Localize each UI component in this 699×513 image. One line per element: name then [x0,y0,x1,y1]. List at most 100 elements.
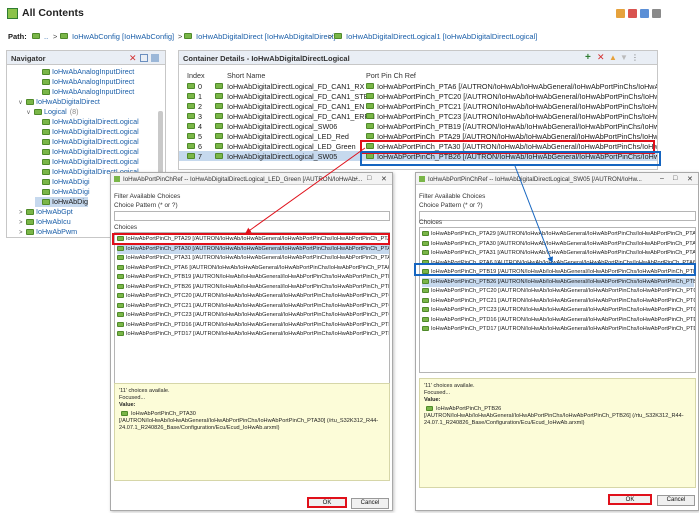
choice-item[interactable]: IoHwAbPortPinCh_PTA30 [/AUTRON/IoHwAb/Io… [117,244,389,254]
nav-item[interactable]: IoHwAbDigitalDirectLogical [35,117,139,127]
nav-item[interactable]: IoHwAbDigitalDirectLogical [35,127,139,137]
choice-item[interactable]: IoHwAbPortPinCh_PTD16 [/AUTRON/IoHwAb/Io… [117,321,389,330]
nav-item[interactable]: > IoHwAbGpt [19,207,73,217]
folder-icon [215,83,223,89]
choice-item[interactable]: IoHwAbPortPinCh_PTA29 [/AUTRON/IoHwAb/Io… [422,230,695,239]
add-icon[interactable]: + [585,53,591,63]
choice-item[interactable]: IoHwAbPortPinCh_PTC21 [/AUTRON/IoHwAb/Io… [422,297,695,306]
choice-item[interactable]: IoHwAbPortPinCh_PTB26 [/AUTRON/IoHwAb/Io… [422,277,695,287]
close-button[interactable]: ✕ [381,175,387,183]
maximize-button[interactable]: □ [673,175,677,182]
nav-item[interactable]: IoHwAbDigitalDirectLogical [35,147,139,157]
choice-item[interactable]: IoHwAbPortPinCh_PTC21 [/AUTRON/IoHwAb/Io… [117,302,389,311]
nav-item[interactable]: IoHwAbDigitalDirectLogical [35,157,139,167]
choice-item[interactable]: IoHwAbPortPinCh_PTC23 [/AUTRON/IoHwAb/Io… [117,311,389,320]
ok-button[interactable]: OK [608,494,652,505]
table-row[interactable]: 3 IoHwAbDigitalDirectLogical_FD_CAN1_ERRN… [179,111,657,121]
cancel-button[interactable]: Cancel [351,498,389,509]
dialog-title: IoHwAbPortPinChRef -- IoHwAbDigitalDirec… [428,176,642,183]
row-port-pin-ref[interactable]: IoHwAbPortPinCh_PTA6 [/AUTRON/IoHwAb/IoH… [377,82,657,91]
choices-list[interactable]: IoHwAbPortPinCh_PTA29 [/AUTRON/IoHwAb/Io… [419,227,696,373]
table-row[interactable]: 1 IoHwAbDigitalDirectLogical_FD_CAN1_STB I… [179,91,657,101]
nav-item[interactable]: IoHwAbDigitalDirectLogical [35,137,139,147]
choice-item[interactable]: IoHwAbPortPinCh_PTA31 [/AUTRON/IoHwAb/Io… [422,249,695,258]
nav-item[interactable]: v IoHwAbDigitalDirect [19,97,100,107]
minimize-button[interactable]: – [660,175,664,182]
folder-icon [60,33,68,39]
choices-count: '11' choices availale. [424,383,475,389]
collapse-icon[interactable] [140,54,148,62]
choice-item[interactable]: IoHwAbPortPinCh_PTB19 [/AUTRON/IoHwAb/Io… [117,273,389,282]
table-row[interactable]: 4 IoHwAbDigitalDirectLogical_SW06 IoHwAbPo… [179,121,657,131]
row-port-pin-ref[interactable]: IoHwAbPortPinCh_PTC23 [/AUTRON/IoHwAb/Io… [377,112,657,121]
collapse-toggle-icon[interactable]: > [19,210,26,216]
folder-icon [334,33,342,39]
nav-item[interactable]: IoHwAbDigi [35,177,90,187]
choice-dialog-sw05: IoHwAbPortPinChRef -- IoHwAbDigitalDirec… [415,172,699,511]
table-row[interactable]: 0 IoHwAbDigitalDirectLogical_FD_CAN1_RX Io… [179,81,657,91]
row-port-pin-ref[interactable]: IoHwAbPortPinCh_PTB19 [/AUTRON/IoHwAb/Io… [377,122,657,131]
choice-item[interactable]: IoHwAbPortPinCh_PTC20 [/AUTRON/IoHwAb/Io… [422,287,695,296]
nav-item[interactable]: > IoHwAbPwm [19,227,77,237]
choice-item[interactable]: IoHwAbPortPinCh_PTD17 [/AUTRON/IoHwAb/Io… [117,330,389,339]
choice-item[interactable]: IoHwAbPortPinCh_PTB26 [/AUTRON/IoHwAb/Io… [117,283,389,292]
view-menu-icon[interactable] [652,9,661,18]
collapse-toggle-icon[interactable]: > [19,220,26,226]
folder-icon [26,229,34,235]
menu-icon[interactable]: ⋮ [631,53,639,62]
cancel-button[interactable]: Cancel [657,495,695,506]
remove-icon[interactable]: ✕ [597,53,605,62]
delete-icon[interactable]: ✕ [129,54,137,63]
col-port-pin-ch-ref[interactable]: Port Pin Ch Ref [366,71,416,80]
row-port-pin-ref[interactable]: IoHwAbPortPinCh_PTC20 [/AUTRON/IoHwAb/Io… [377,92,657,101]
choice-item[interactable]: IoHwAbPortPinCh_PTD17 [/AUTRON/IoHwAb/Io… [422,325,695,334]
folder-icon [117,293,124,298]
move-down-icon[interactable]: ▼ [620,53,628,62]
home-icon[interactable] [640,9,649,18]
pattern-label: Choice Pattern (* or ?) [419,202,483,209]
choice-item[interactable]: IoHwAbPortPinCh_PTA6 [/AUTRON/IoHwAb/IoH… [117,264,389,273]
nav-item[interactable]: IoHwAbDigi [35,187,90,197]
expand-toggle-icon[interactable]: v [27,110,34,116]
choice-item[interactable]: IoHwAbPortPinCh_PTA31 [/AUTRON/IoHwAb/Io… [117,254,389,263]
expand-toggle-icon[interactable]: v [19,100,26,106]
minimize-button[interactable]: – [354,175,358,182]
collapse-toggle-icon[interactable]: > [19,230,26,236]
row-short-name: IoHwAbDigitalDirectLogical_SW06 [227,122,338,131]
filter-icon[interactable] [151,54,159,62]
choice-item[interactable]: IoHwAbPortPinCh_PTD16 [/AUTRON/IoHwAb/Io… [422,316,695,325]
folder-icon [422,240,429,246]
row-port-pin-ref[interactable]: IoHwAbPortPinCh_PTC21 [/AUTRON/IoHwAb/Io… [377,102,657,111]
col-short-name[interactable]: Short Name [227,71,265,80]
breadcrumb-digital-direct-logical[interactable]: IoHwAbDigitalDirectLogical1 [IoHwAbDigit… [346,32,537,41]
nav-item[interactable]: IoHwAbAnalogInputDirect [35,77,134,87]
col-index[interactable]: Index [187,71,205,80]
folder-icon [422,288,429,293]
nav-item[interactable]: IoHwAbAnalogInputDirect [35,87,134,97]
choice-dialog-led-green: IoHwAbPortPinChRef -- IoHwAbDigitalDirec… [110,172,393,511]
nav-item[interactable]: IoHwAbAnalogInputDirect [35,67,134,77]
sync-icon[interactable] [616,9,625,18]
choice-pattern-input[interactable] [114,211,390,221]
breadcrumb-iohwab-config[interactable]: IoHwAbConfig [IoHwAbConfig] [72,32,174,41]
choice-item[interactable]: IoHwAbPortPinCh_PTA30 [/AUTRON/IoHwAb/Io… [422,240,695,249]
value-label: Value: [119,402,136,408]
ok-button[interactable]: OK [307,497,347,508]
nav-item[interactable]: IoHwAbDig [35,197,88,207]
link-icon[interactable] [628,9,637,18]
breadcrumb-digital-direct[interactable]: IoHwAbDigitalDirect [IoHwAbDigitalDirect… [196,32,336,41]
table-row[interactable]: 2 IoHwAbDigitalDirectLogical_FD_CAN1_EN Io… [179,101,657,111]
breadcrumb-root[interactable]: .. [44,32,48,41]
row-short-name: IoHwAbDigitalDirectLogical_LED_Red [227,132,349,141]
choice-item[interactable]: IoHwAbPortPinCh_PTC23 [/AUTRON/IoHwAb/Io… [422,306,695,315]
nav-item[interactable]: > IoHwAbIcu [19,217,71,227]
maximize-button[interactable]: □ [367,175,371,182]
move-up-icon[interactable]: ▲ [609,53,617,62]
choice-pattern-input[interactable] [419,211,696,221]
nav-item[interactable]: v Logical (8) [27,107,79,117]
choice-item[interactable]: IoHwAbPortPinCh_PTC20 [/AUTRON/IoHwAb/Io… [117,292,389,301]
close-button[interactable]: ✕ [687,175,693,183]
folder-icon [42,169,50,175]
folder-icon [422,278,429,284]
choice-label: IoHwAbPortPinCh_PTC21 [/AUTRON/IoHwAb/Io… [126,302,390,309]
